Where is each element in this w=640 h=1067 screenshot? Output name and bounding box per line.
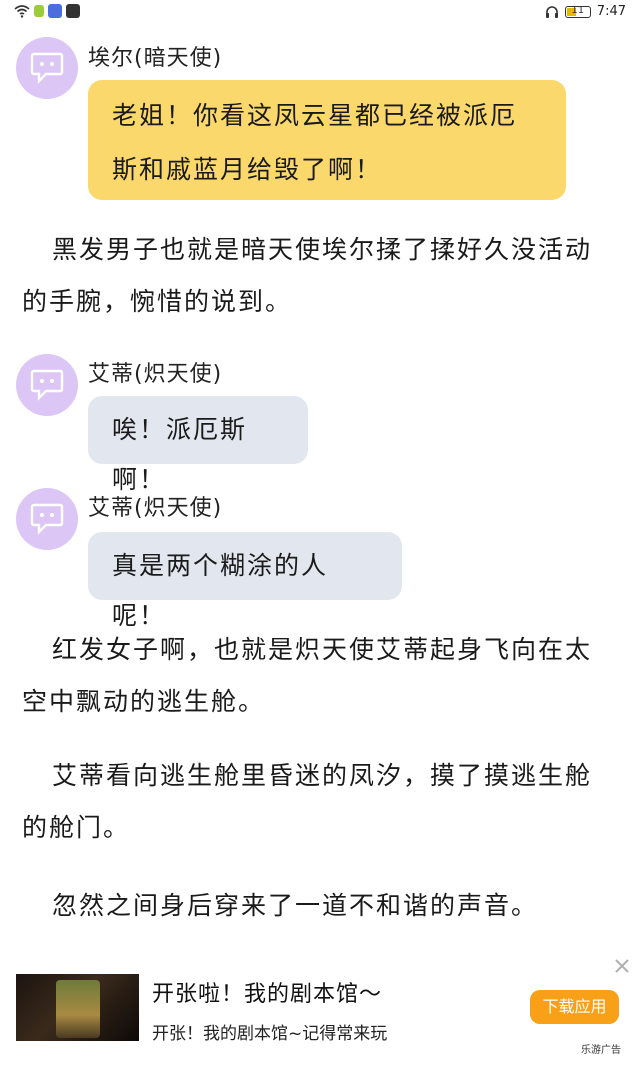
speaker-name: 艾蒂(炽天使) (88, 362, 223, 387)
avatar[interactable] (16, 354, 78, 416)
chat-bubble-icon (30, 369, 64, 401)
battery-level: 11 (571, 4, 585, 16)
chat-bubble-icon (30, 52, 64, 84)
dialogue-bubble: 老姐！你看这凤云星都已经被派厄 斯和戚蓝月给毁了啊！ (88, 80, 566, 200)
dialogue-bubble: 真是两个糊涂的人呢！ (88, 532, 402, 630)
clock: 7:47 (596, 4, 626, 19)
chat-bubble-icon (30, 503, 64, 535)
ad-image[interactable] (16, 974, 139, 1041)
ad-subtitle[interactable]: 开张！我的剧本馆~记得常来玩 (152, 1019, 387, 1044)
status-bar: 11 7:47 (0, 0, 640, 26)
dialogue-line: 斯和戚蓝月给毁了啊！ (112, 155, 383, 184)
headphones-icon (545, 6, 558, 18)
speaker-name: 艾蒂(炽天使) (88, 496, 223, 521)
message-app-icon (48, 4, 62, 18)
narration-paragraph: 忽然之间身后穿来了一道不和谐的声音。 (52, 891, 539, 920)
narration-paragraph: 艾蒂看向逃生舱里昏迷的凤汐，摸了摸逃生舱的舱门。 (22, 761, 593, 842)
dialogue-bubble: 唉！派厄斯啊！ (88, 396, 308, 494)
download-app-button[interactable]: 下载应用 (530, 990, 619, 1024)
ad-title[interactable]: 开张啦！我的剧本馆～ (152, 976, 382, 1008)
ad-banner[interactable]: 开张啦！我的剧本馆～ 开张！我的剧本馆~记得常来玩 下载应用 乐游广告 (0, 950, 640, 1067)
video-app-icon (66, 4, 80, 18)
speaker-name: 埃尔(暗天使) (88, 46, 223, 71)
ad-source-label: 乐游广告 (581, 1045, 621, 1056)
avatar[interactable] (16, 488, 78, 550)
dialogue-line: 老姐！你看这凤云星都已经被派厄 (112, 101, 518, 130)
narration-paragraph: 红发女子啊，也就是炽天使艾蒂起身飞向在太空中飘动的逃生舱。 (22, 635, 593, 716)
avatar[interactable] (16, 37, 78, 99)
notification-app-icon (34, 5, 44, 17)
wifi-icon (14, 5, 30, 18)
battery-icon: 11 (564, 4, 591, 18)
close-icon[interactable] (612, 956, 632, 976)
narration-paragraph: 黑发男子也就是暗天使埃尔揉了揉好久没活动的手腕，惋惜的说到。 (22, 235, 593, 316)
